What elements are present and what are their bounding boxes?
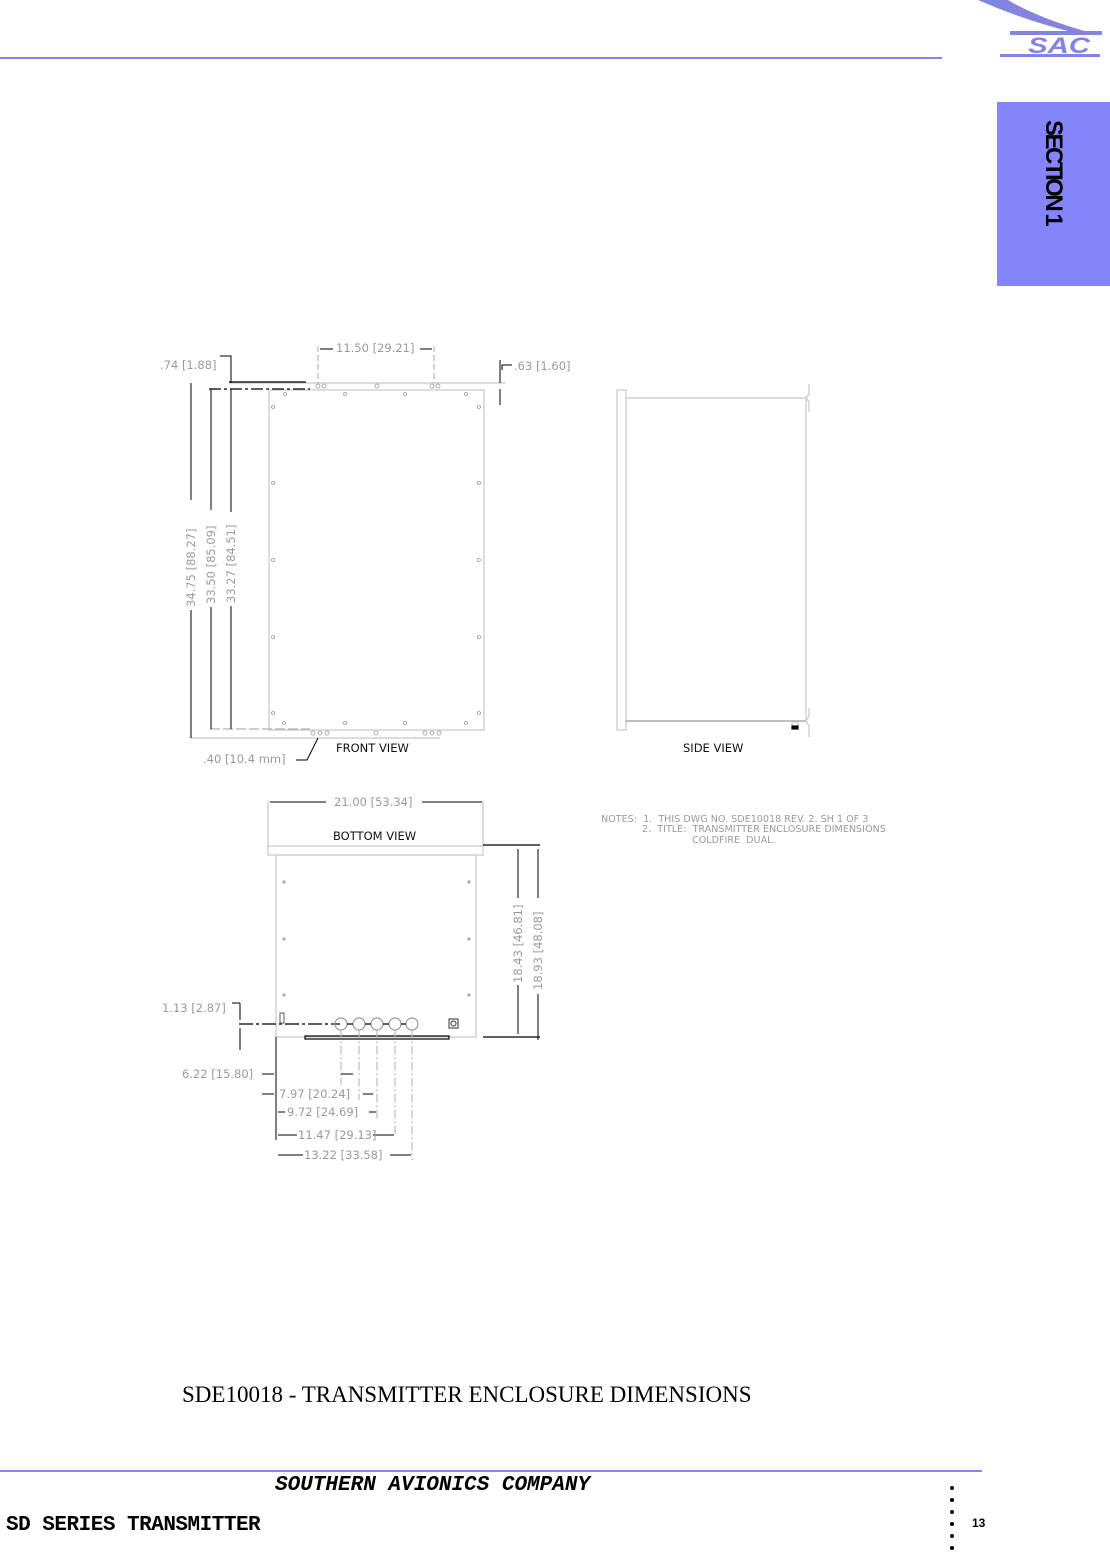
side-view-label: SIDE VIEW <box>683 741 743 755</box>
bottom-dim-depth-inner: 18.43 [46.81] <box>511 905 525 983</box>
notes-line-3: COLDFIRE DUAL. <box>692 835 776 846</box>
front-view-label: FRONT VIEW <box>336 741 409 755</box>
bottom-dim-hole-1: 6.22 [15.80] <box>182 1067 253 1081</box>
side-front-panel <box>616 389 627 731</box>
front-dimension-lines <box>190 346 512 761</box>
bottom-mount-holes <box>282 880 471 997</box>
bottom-dim-hole-3: 9.72 [24.69] <box>287 1105 358 1119</box>
footer-product: SD SERIES TRANSMITTER <box>6 1514 261 1537</box>
front-panel-outline <box>268 389 485 731</box>
notes-line-2: 2. TITLE: TRANSMITTER ENCLOSURE DIMENSIO… <box>642 824 886 835</box>
bottom-dim-hole-2: 7.97 [20.24] <box>279 1087 350 1101</box>
footer-rule <box>0 1470 982 1472</box>
bottom-power-connector <box>448 1018 459 1029</box>
front-dim-right-offset: .63 [1.60] <box>514 359 571 373</box>
drawing-notes: NOTES: 1. THIS DWG NO. SDE10018 REV. 2. … <box>601 814 886 846</box>
bottom-view: 21.00 [53.34] BOTTOM VIEW 18.43 [46.81] … <box>162 795 545 1162</box>
front-dim-height-mid: 33.50 [85.09] <box>204 526 218 604</box>
page-number: 13 <box>972 1516 986 1530</box>
bottom-dim-hole-4: 11.47 [29.13] <box>298 1128 376 1142</box>
bottom-front-panel <box>267 845 484 856</box>
front-dim-bottom-hole: .40 [10.4 mm] <box>203 752 286 766</box>
engineering-drawing: 11.50 [29.21] .74 [1.88] .63 [1.60] 34.7… <box>160 341 886 1162</box>
front-dim-top-width: 11.50 [29.21] <box>336 341 414 355</box>
bottom-body <box>275 854 477 1038</box>
front-dim-height-inner: 33.27 [84.51] <box>224 525 238 603</box>
bottom-dim-centerline: 1.13 [2.87] <box>162 1001 226 1015</box>
side-connector <box>791 725 799 730</box>
bottom-dim-depth-overall: 18.93 [48.08] <box>531 912 545 990</box>
figure-caption: SDE10018 - TRANSMITTER ENCLOSURE DIMENSI… <box>182 1382 752 1407</box>
footer-dot-leader <box>948 1486 956 1558</box>
front-dim-height-overall: 34.75 [88.27] <box>184 529 198 607</box>
bottom-ground-lug <box>279 1012 285 1024</box>
front-mount-holes <box>271 383 481 736</box>
footer-company: SOUTHERN AVIONICS COMPANY <box>275 1474 591 1497</box>
side-view: SIDE VIEW <box>616 384 810 755</box>
bottom-dim-width: 21.00 [53.34] <box>334 795 412 809</box>
bottom-dim-hole-5: 13.22 [33.58] <box>304 1148 382 1162</box>
bottom-view-label: BOTTOM VIEW <box>333 829 416 843</box>
front-view: 11.50 [29.21] .74 [1.88] .63 [1.60] 34.7… <box>160 341 571 766</box>
front-dim-left-offset: .74 [1.88] <box>160 358 217 372</box>
